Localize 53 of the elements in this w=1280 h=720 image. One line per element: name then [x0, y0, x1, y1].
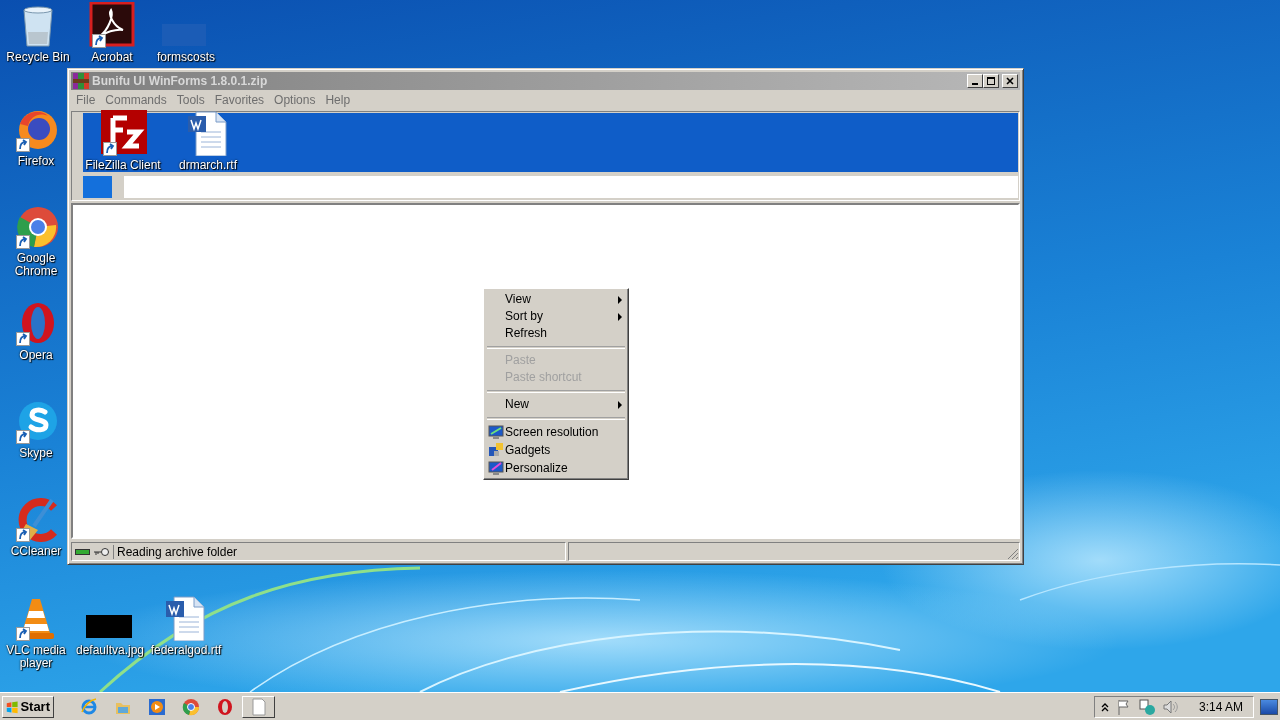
paintbrush-monitor-icon	[488, 460, 504, 476]
icon-label: Acrobat	[91, 51, 133, 64]
menu-item[interactable]: Sort by	[486, 308, 626, 325]
maximize-button[interactable]	[983, 74, 999, 88]
browser-logo-icon[interactable]	[182, 697, 200, 716]
taskbar-window-button[interactable]	[242, 695, 275, 718]
status-text: Reading archive folder	[113, 544, 238, 559]
icon-label: CCleaner	[10, 545, 62, 558]
ring-logo-icon[interactable]	[216, 697, 234, 716]
key-icon	[94, 546, 109, 557]
drive-icon	[75, 546, 90, 557]
menu-item[interactable]: View	[486, 291, 626, 308]
icon-label: formscosts	[157, 51, 215, 64]
monitor-icon	[488, 424, 504, 440]
menu-item[interactable]: Screen resolution	[486, 423, 626, 441]
icon-label: Recycle Bin	[6, 51, 70, 64]
flag-icon[interactable]	[1116, 698, 1131, 715]
gadget-icon	[488, 442, 504, 458]
icon-label: drmarch.rtf	[179, 159, 237, 172]
icon-label: Google Chrome	[13, 252, 59, 278]
menu-item[interactable]: New	[486, 396, 626, 413]
swirl-logo-icon[interactable]	[88, 2, 136, 48]
icon-label: Firefox	[17, 155, 55, 168]
maximize-icon	[987, 77, 995, 85]
icon-label: federalgod.rtf	[150, 644, 222, 657]
archive-icon	[73, 73, 89, 89]
up-button[interactable]	[83, 175, 112, 198]
menu-item[interactable]: Refresh	[486, 325, 626, 342]
icon-label: VLC media player	[5, 644, 67, 670]
start-button[interactable]: Start	[2, 695, 54, 718]
icon-label: FileZilla Client	[85, 159, 161, 172]
close-button[interactable]	[1002, 74, 1018, 88]
minimize-button[interactable]	[967, 74, 983, 88]
document-icon	[250, 697, 267, 716]
icon-label: Skype	[19, 447, 53, 460]
window-title: Bunifu UI WinForms 1.8.0.1.zip	[92, 74, 269, 88]
address-field[interactable]	[124, 175, 1018, 198]
icon-label: Opera	[19, 349, 53, 362]
submenu-arrow-icon	[618, 401, 622, 409]
network-icon[interactable]	[1138, 698, 1155, 715]
show-desktop-button[interactable]	[1260, 698, 1278, 715]
close-icon	[1006, 77, 1014, 85]
submenu-arrow-icon	[618, 313, 622, 321]
app-logo-icon[interactable]	[99, 110, 147, 156]
submenu-arrow-icon	[618, 296, 622, 304]
play-icon[interactable]	[148, 697, 166, 716]
icon-label: defaultva.jpg	[75, 644, 145, 657]
menu-item[interactable]: Personalize	[486, 459, 626, 477]
clock[interactable]: 3:14 AM	[1198, 699, 1243, 714]
chevron-up-icon[interactable]	[1100, 701, 1109, 712]
speaker-icon[interactable]	[1162, 698, 1179, 715]
resize-grip-icon[interactable]	[1007, 548, 1019, 560]
menu-item[interactable]: Gadgets	[486, 441, 626, 459]
